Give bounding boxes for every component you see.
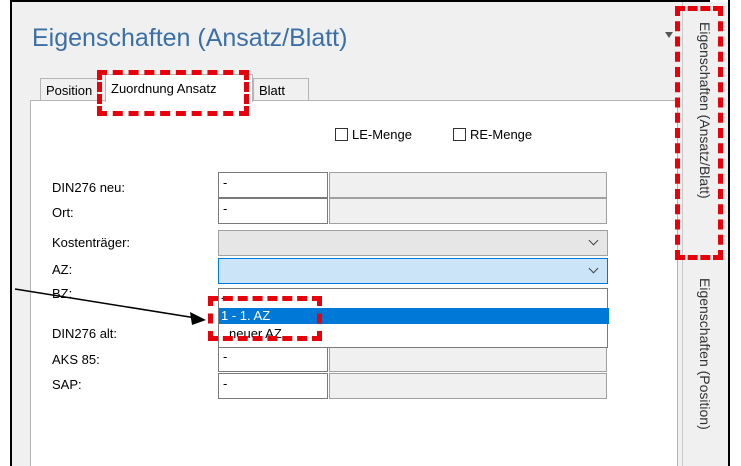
annotation-side-tab-highlight: [675, 6, 723, 260]
arrow-head: [190, 312, 206, 325]
arrow-line: [14, 288, 197, 319]
annotation-option-highlight: [208, 296, 322, 341]
annotation-tab-highlight: [97, 70, 249, 116]
